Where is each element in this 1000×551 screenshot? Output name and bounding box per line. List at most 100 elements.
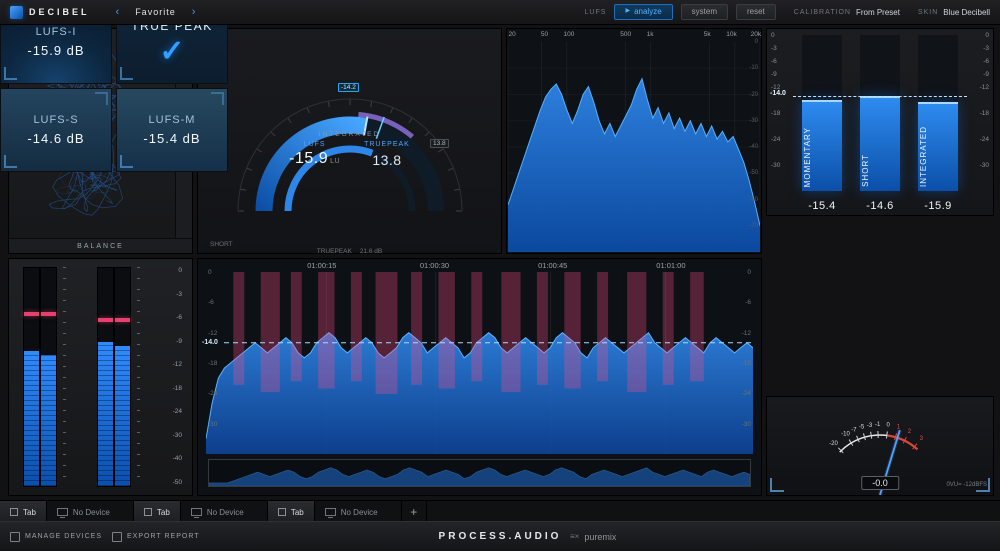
tick-label: -3	[983, 45, 989, 52]
tick-label: 20	[508, 31, 515, 38]
lufs-m-label: LUFS-M	[149, 114, 196, 126]
calibration-value: From Preset	[856, 8, 900, 17]
device-selector-3[interactable]: No Device	[315, 501, 401, 523]
target-line	[793, 96, 967, 97]
device-selector-2[interactable]: No Device	[181, 501, 267, 523]
tick-label: -40	[173, 455, 182, 462]
tick-label: 0	[747, 269, 751, 276]
app-logo: DECIBEL	[0, 6, 100, 19]
manage-devices-button[interactable]: MANAGE DEVICES	[10, 532, 102, 542]
device-2-label: No Device	[207, 508, 244, 517]
tick-label: -24	[208, 390, 217, 397]
export-report-button[interactable]: EXPORT REPORT	[112, 532, 200, 542]
tick-label: 01:01:00	[656, 261, 685, 270]
decibel-logo-icon	[10, 6, 23, 19]
tab-group-2: Tab No Device	[134, 501, 268, 523]
spectrum-plot: 0-10-20-30-40-50-60-70	[508, 42, 760, 252]
meter-fill	[41, 355, 56, 486]
lufs-unit: LU	[330, 158, 340, 165]
skin-setting[interactable]: SKIN Blue Decibell	[918, 8, 990, 17]
tick-label: -9	[771, 71, 777, 78]
preset-prev-button[interactable]: ‹	[116, 7, 120, 18]
integrated-value: -15.9	[916, 200, 960, 212]
app-title: DECIBEL	[29, 7, 90, 17]
frequency-axis: 20501005001k5k10k20k	[507, 30, 761, 41]
vu-calibration-note: 0VU= -12dBFS	[946, 482, 987, 488]
integrated-label: INTEGRATED	[919, 126, 928, 187]
momentary-value: -15.4	[800, 200, 844, 212]
tick-label: -18	[980, 110, 989, 117]
tick-label: 50	[541, 31, 548, 38]
tab-icon	[144, 508, 152, 516]
preset-name[interactable]: Favorite	[135, 7, 176, 17]
play-icon: ▶	[625, 8, 630, 15]
reset-button[interactable]: reset	[736, 4, 776, 20]
tab-icon	[278, 508, 286, 516]
tick-label: 0	[755, 39, 758, 45]
lufs-label: LUFS	[289, 141, 340, 148]
tick-label: -6	[983, 58, 989, 65]
integrated-bar: INTEGRATED	[918, 35, 958, 191]
calibration-setting[interactable]: CALIBRATION From Preset	[794, 8, 900, 17]
tick-label: -12	[208, 330, 217, 337]
checkmark-icon: ✓	[159, 38, 184, 65]
svg-text:2: 2	[908, 429, 912, 435]
peak-hold-mark	[98, 318, 113, 322]
manage-devices-label: MANAGE DEVICES	[25, 533, 102, 540]
short-bar: SHORT	[860, 35, 900, 191]
lufs-s-tile[interactable]: LUFS-S -14.6 dB	[0, 88, 112, 172]
monitor-icon	[325, 508, 336, 516]
tab-1[interactable]: Tab	[0, 501, 47, 523]
meter-scale-dashes	[63, 267, 66, 487]
bars-area: MOMENTARY SHORT INTEGRATED	[793, 35, 967, 191]
tick-label: -60	[749, 197, 758, 203]
meter-scale-dashes	[137, 267, 140, 487]
spectrum-analyzer-panel: 20501005001k5k10k20k 0-10-20-30-40-50-60…	[506, 28, 762, 254]
history-target-label: -14.0	[200, 339, 220, 346]
meter-bar-left-l	[23, 267, 40, 487]
analyze-button[interactable]: ▶ analyze	[614, 4, 672, 20]
history-navigator[interactable]	[208, 459, 751, 487]
loudness-history-panel: 01:00:1501:00:3001:00:4501:01:00 0-6-12-…	[197, 258, 762, 496]
peak-hold-mark	[24, 312, 39, 316]
tick-label: -6	[745, 299, 751, 306]
lufs-s-value: -14.6 dB	[27, 131, 84, 146]
tab-1-label: Tab	[23, 508, 36, 517]
export-report-label: EXPORT REPORT	[127, 533, 200, 540]
svg-text:3: 3	[920, 436, 924, 442]
lufs-m-tile[interactable]: LUFS-M -15.4 dB	[116, 88, 228, 172]
tick-label: 01:00:15	[307, 261, 336, 270]
skin-value: Blue Decibell	[943, 8, 990, 17]
device-3-label: No Device	[341, 508, 378, 517]
tick-label: 01:00:30	[420, 261, 449, 270]
top-bar-controls: LUFS ▶ analyze system reset CALIBRATION …	[585, 4, 1000, 20]
tick-label: 0	[178, 267, 182, 274]
tick-label: -24	[980, 136, 989, 143]
tick-label: 500	[620, 31, 631, 38]
tick-label: -9	[176, 338, 182, 345]
analyze-label: analyze	[634, 7, 662, 17]
arc-readout: INTEGRATED LUFS -15.9LU TRUEPEAK 13.8	[270, 131, 430, 168]
peak-marker-badge: 13.8	[430, 139, 449, 148]
tick-label: -3	[771, 45, 777, 52]
system-button[interactable]: system	[681, 4, 728, 20]
tab-group-1: Tab No Device	[0, 501, 134, 523]
tab-3-label: Tab	[291, 508, 304, 517]
add-tab-button[interactable]: +	[402, 501, 427, 523]
footer-truepeak-value: 21.6 dB	[360, 248, 382, 255]
tab-2[interactable]: Tab	[134, 501, 181, 523]
preset-next-button[interactable]: ›	[192, 7, 196, 18]
tick-label: 20k	[751, 31, 761, 38]
peak-hold-mark	[41, 312, 56, 316]
tab-group-3: Tab No Device	[268, 501, 402, 523]
puremix-label: puremix	[584, 532, 616, 542]
svg-text:-20: -20	[829, 441, 838, 447]
tick-label: -12	[173, 361, 182, 368]
tab-3[interactable]: Tab	[268, 501, 315, 523]
device-selector-1[interactable]: No Device	[47, 501, 133, 523]
meter-bar-right-l	[97, 267, 114, 487]
preset-selector: ‹ Favorite ›	[116, 7, 196, 18]
vu-readout: -0.0	[861, 476, 899, 490]
lufs-i-label: LUFS-I	[36, 26, 77, 38]
puremix-credit: ≡× puremix	[570, 532, 616, 542]
